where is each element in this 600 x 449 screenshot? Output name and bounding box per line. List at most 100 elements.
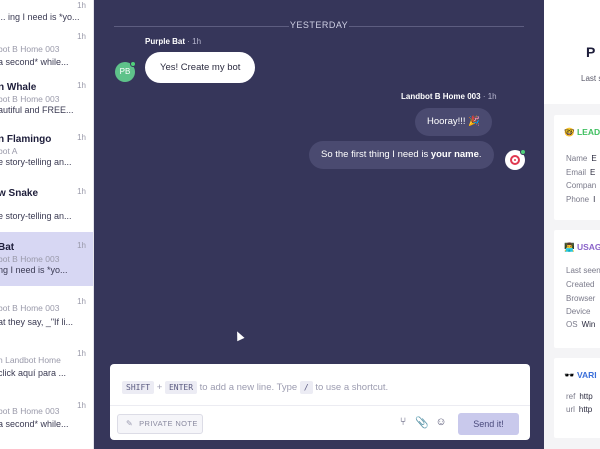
private-note-label: PRIVATE NOTE	[139, 419, 198, 428]
conversation-preview: ng I need is *yo...	[0, 265, 68, 275]
avatar-initials: PB	[119, 67, 131, 76]
attachment-icon[interactable]: 📎	[415, 416, 429, 429]
emoji-icon[interactable]: ☺	[434, 416, 448, 428]
conversation-source: bot B Home 003	[0, 44, 60, 54]
date-divider: YESTERDAY	[114, 20, 524, 32]
chat-panel: YESTERDAY Purple Bat · 1h PB Yes! Create…	[94, 0, 544, 449]
usage-field: Browser	[566, 294, 596, 303]
variable-field: url http	[566, 405, 593, 414]
message-bubble-outgoing: Hooray!!! 🎉	[415, 108, 493, 136]
usage-section: 👨‍💻 USAG Last seen Created Browser Devic…	[554, 230, 600, 348]
usage-field: Created	[566, 280, 595, 289]
conversation-list: ... ing I need is *yo... 1h bot B Home 0…	[0, 0, 94, 449]
usage-section-title: 👨‍💻 USAG	[564, 242, 600, 252]
last-seen-label: Last s	[581, 74, 600, 83]
shift-key: SHIFT	[122, 381, 155, 394]
variable-field: ref http	[566, 392, 593, 401]
conversation-time: 1h	[77, 187, 86, 196]
conversation-preview: ... ing I need is *yo...	[0, 12, 80, 22]
conversation-item[interactable]: bot B Home 003 at they say, _"If li... 1…	[0, 288, 93, 342]
conversation-time: 1h	[77, 349, 86, 358]
contact-name: P	[586, 44, 596, 60]
conversation-name: w Snake	[0, 188, 39, 199]
message-composer[interactable]: SHIFT + ENTER to add a new line. Type / …	[110, 364, 530, 440]
message-bold-text: your name	[430, 149, 479, 160]
bot-avatar[interactable]	[505, 149, 526, 170]
conversation-source: bot B Home 003	[0, 254, 60, 264]
conversation-time: 1h	[77, 133, 86, 142]
private-note-button[interactable]: ✎ PRIVATE NOTE	[117, 414, 203, 434]
variables-section: 🕶️ VARI ref http url http	[554, 358, 600, 438]
sender-time: · 1h	[482, 92, 497, 101]
lead-field: Compan	[566, 181, 597, 190]
conversation-preview: at they say, _"If li...	[0, 317, 74, 327]
conversation-time: 1h	[77, 401, 86, 410]
hint-text: to add a new line. Type	[199, 382, 298, 393]
conversation-preview: autiful and FREE...	[0, 105, 74, 115]
conversation-name: Bat	[0, 242, 15, 253]
conversation-source: bot B Home 003	[0, 94, 60, 104]
conversation-item[interactable]: w Snake e story-telling an... 1h	[0, 178, 93, 232]
branch-icon[interactable]: ⑂	[396, 416, 410, 428]
online-status-dot	[520, 149, 526, 155]
message-text: .	[478, 149, 482, 160]
slash-key: /	[299, 381, 313, 394]
conversation-preview: e story-telling an...	[0, 211, 72, 221]
lead-field: Name E	[566, 154, 597, 163]
conversation-item[interactable]: n Flamingo bot A e story-telling an... 1…	[0, 124, 93, 178]
composer-hint[interactable]: SHIFT + ENTER to add a new line. Type / …	[122, 381, 388, 394]
plus-sign: +	[156, 382, 163, 393]
message-bubble-outgoing: So the first thing I need is your name.	[309, 141, 494, 169]
conversation-source: h Landbot Home	[0, 355, 61, 365]
mouse-cursor-icon	[233, 329, 245, 342]
hint-text: to use a shortcut.	[315, 382, 389, 393]
send-button[interactable]: Send it!	[458, 413, 519, 435]
conversation-preview: a second* while...	[0, 419, 69, 429]
conversation-item[interactable]: n Whale bot B Home 003 autiful and FREE.…	[0, 72, 93, 126]
divider-line	[349, 26, 524, 27]
bot-logo-icon	[510, 155, 520, 165]
lead-field: Phone I	[566, 195, 596, 204]
sender-time: · 1h	[187, 37, 202, 46]
contact-header: P Last s	[544, 0, 600, 104]
message-sender-in: Purple Bat · 1h	[145, 37, 201, 46]
user-avatar[interactable]: PB	[115, 61, 136, 82]
pencil-icon: ✎	[126, 419, 134, 428]
conversation-item[interactable]: bot B Home 003 a second* while... 1h	[0, 392, 93, 446]
usage-field: Device	[566, 307, 591, 316]
lead-section: 🤓 LEAD Name E Email E Compan Phone I	[554, 115, 600, 220]
sender-name: Landbot B Home 003	[401, 92, 481, 101]
message-bubble-incoming: Yes! Create my bot	[145, 52, 256, 83]
conversation-item[interactable]: bot B Home 003 a second* while... 1h	[0, 24, 93, 78]
sunglasses-icon: 🕶️	[564, 370, 575, 380]
lead-icon: 🤓	[564, 127, 575, 137]
lead-section-title: 🤓 LEAD	[564, 127, 600, 137]
online-status-dot	[130, 61, 136, 67]
conversation-name: n Whale	[0, 82, 37, 93]
composer-divider	[110, 405, 530, 406]
conversation-preview: click aquí para ...	[0, 368, 67, 378]
conversation-item[interactable]: h Landbot Home click aquí para ... 1h	[0, 340, 93, 394]
enter-key: ENTER	[164, 381, 198, 394]
message-sender-out: Landbot B Home 003 · 1h	[401, 92, 497, 101]
lead-field: Email E	[566, 168, 596, 177]
variables-section-title: 🕶️ VARI	[564, 370, 597, 380]
conversation-preview: a second* while...	[0, 57, 69, 67]
conversation-source: bot B Home 003	[0, 303, 60, 313]
conversation-item-active[interactable]: Bat bot B Home 003 ng I need is *yo... 1…	[0, 232, 93, 286]
sender-name: Purple Bat	[145, 37, 186, 46]
conversation-name: n Flamingo	[0, 134, 52, 145]
usage-icon: 👨‍💻	[564, 242, 575, 252]
contact-details-panel: P Last s 🤓 LEAD NameE EmailE Compan Phon…	[544, 0, 600, 449]
conversation-time: 1h	[77, 297, 86, 306]
usage-field: Last seen	[566, 266, 600, 275]
date-divider-label: YESTERDAY	[289, 20, 349, 30]
conversation-source: bot A	[0, 146, 18, 156]
conversation-preview: e story-telling an...	[0, 157, 72, 167]
conversation-time: 1h	[77, 241, 86, 250]
message-text: So the first thing I need is	[321, 149, 431, 160]
conversation-time: 1h	[77, 81, 86, 90]
conversation-time: 1h	[77, 1, 86, 10]
conversation-source: bot B Home 003	[0, 406, 60, 416]
usage-field: OS Win	[566, 320, 596, 329]
